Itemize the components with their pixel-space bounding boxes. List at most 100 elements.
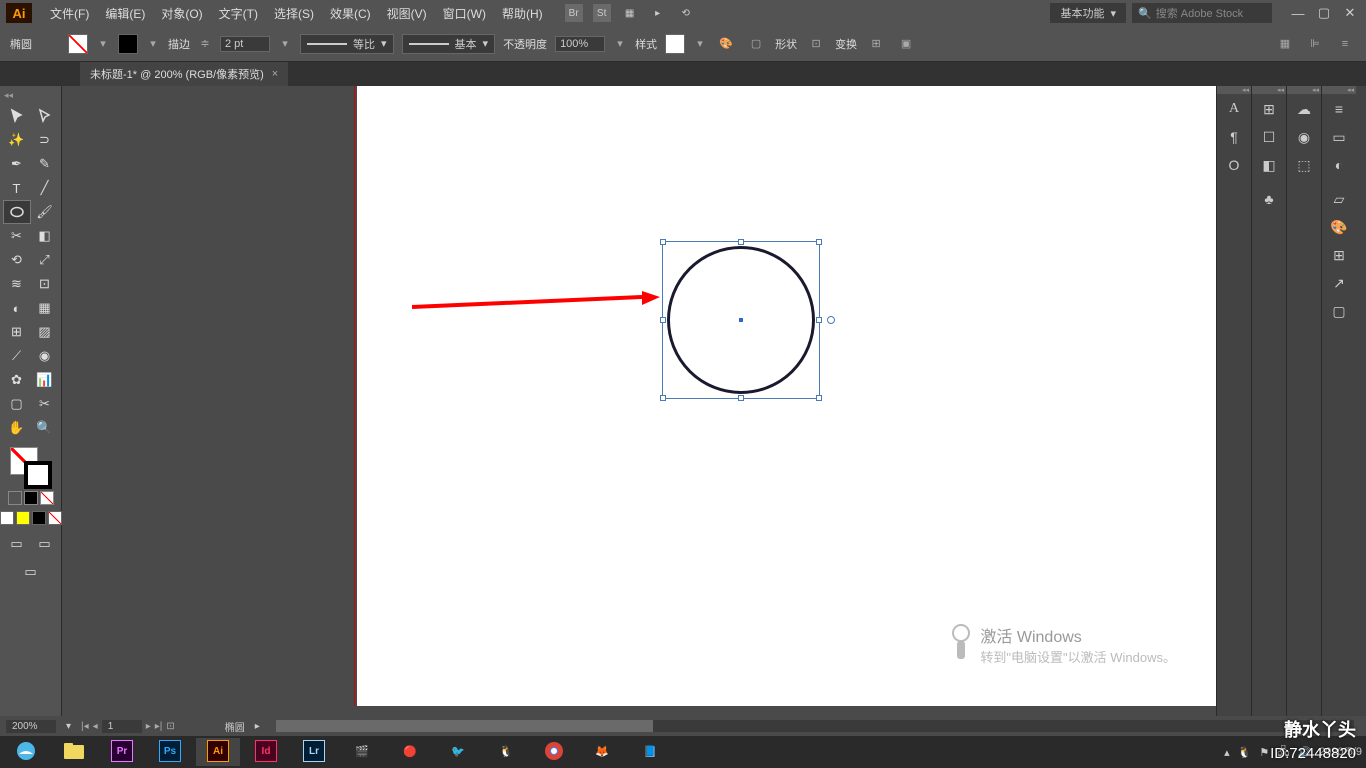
hand-tool[interactable]: ✋ (4, 417, 30, 439)
menu-select[interactable]: 选择(S) (266, 5, 322, 22)
align-panel-icon[interactable]: ☐ (1252, 123, 1286, 151)
blend-tool[interactable]: ◉ (32, 345, 58, 367)
opacity-input[interactable] (555, 36, 605, 52)
brush-definition[interactable]: 基本 ▾ (402, 34, 496, 54)
panel-collapse-icon[interactable]: ◂◂ (1287, 86, 1321, 94)
scrollbar-thumb[interactable] (276, 720, 653, 732)
stroke-weight-stepper-icon[interactable]: ≑ (198, 34, 212, 54)
pen-tool[interactable]: ✒ (4, 153, 30, 175)
workspace-switcher[interactable]: 基本功能 ▾ (1050, 3, 1126, 23)
taskbar-qq[interactable]: 🐧 (484, 738, 528, 766)
menu-effect[interactable]: 效果(C) (322, 5, 379, 22)
resize-handle-ne[interactable] (816, 239, 822, 245)
minimize-button[interactable]: — (1288, 6, 1308, 20)
next-artboard-icon[interactable]: ▸ (146, 721, 151, 732)
direct-selection-tool[interactable] (32, 105, 58, 127)
lasso-tool[interactable]: ⊃ (32, 129, 58, 151)
ellipse-tool[interactable] (4, 201, 30, 223)
panel-collapse-icon[interactable]: ◂◂ (1322, 86, 1356, 94)
shape-builder-tool[interactable]: ◐ (4, 297, 30, 319)
libraries-panel-icon[interactable]: ☁ (1287, 95, 1321, 123)
doc-setup-icon[interactable]: ▦ (1274, 33, 1296, 55)
line-tool[interactable]: ╱ (32, 177, 58, 199)
swatch-white[interactable] (0, 511, 14, 525)
prev-artboard-icon[interactable]: ◂ (93, 721, 98, 732)
canvas[interactable]: 激活 Windows 转到"电脑设置"以激活 Windows。 (62, 86, 1216, 716)
gradient-tool[interactable]: ▨ (32, 321, 58, 343)
taskbar-firefox[interactable]: 🦊 (580, 738, 624, 766)
status-dd-icon[interactable]: ▸ (255, 721, 260, 732)
swatches-panel-icon[interactable]: ⊞ (1322, 241, 1356, 269)
pathfinder-panel-icon[interactable]: ◧ (1252, 151, 1286, 179)
character-panel-icon[interactable]: A (1217, 95, 1251, 123)
panel-menu-icon[interactable]: ≡ (1334, 33, 1356, 55)
horizontal-scrollbar[interactable] (276, 720, 1354, 732)
isolate-icon[interactable]: ▣ (895, 33, 917, 55)
pie-widget-icon[interactable] (827, 316, 835, 324)
sync-icon[interactable]: ⟲ (677, 4, 695, 22)
panel-collapse-icon[interactable]: ◂◂ (1252, 86, 1286, 94)
stroke-indicator-icon[interactable] (24, 461, 52, 489)
swatch-black[interactable] (32, 511, 46, 525)
fill-stroke-indicator[interactable] (10, 447, 52, 489)
graphic-styles-panel-icon[interactable]: ⬚ (1287, 151, 1321, 179)
shape-options-icon[interactable]: ⊡ (805, 33, 827, 55)
panel-collapse-icon[interactable]: ◂◂ (1217, 86, 1251, 94)
shape-panel-btn[interactable]: 形状 (775, 36, 797, 52)
transform-options-icon[interactable]: ⊞ (865, 33, 887, 55)
close-button[interactable]: ✕ (1340, 6, 1360, 20)
resize-handle-s[interactable] (738, 395, 744, 401)
transparency-panel-icon[interactable]: ◐ (1322, 151, 1356, 179)
stroke-panel-icon[interactable]: ≡ (1322, 95, 1356, 123)
fill-swatch[interactable] (68, 34, 88, 54)
width-tool[interactable]: ≋ (4, 273, 30, 295)
style-swatch[interactable] (665, 34, 685, 54)
screen-mode-normal[interactable]: ▭ (4, 533, 30, 555)
magic-wand-tool[interactable]: ✨ (4, 129, 30, 151)
taskbar-photoshop[interactable]: Ps (148, 738, 192, 766)
zoom-tool[interactable]: 🔍 (32, 417, 58, 439)
curvature-tool[interactable]: ✎ (32, 153, 58, 175)
fill-dropdown-icon[interactable]: ▾ (96, 34, 110, 54)
taskbar-chrome[interactable] (532, 738, 576, 766)
symbol-sprayer-tool[interactable]: ✿ (4, 369, 30, 391)
change-screen-mode[interactable]: ▭ (18, 561, 44, 583)
gradient-mode-btn[interactable] (24, 491, 38, 505)
opacity-dd-icon[interactable]: ▾ (613, 34, 627, 54)
recolor-icon[interactable]: 🎨 (715, 33, 737, 55)
menu-object[interactable]: 对象(O) (153, 5, 210, 22)
align-icon[interactable]: ▢ (745, 33, 767, 55)
column-graph-tool[interactable]: 📊 (32, 369, 58, 391)
scale-tool[interactable]: ⤢ (32, 249, 58, 271)
menu-file[interactable]: 文件(F) (42, 5, 97, 22)
transform-panel-icon[interactable]: ⊞ (1252, 95, 1286, 123)
paintbrush-tool[interactable]: 🖌 (32, 201, 58, 223)
taskbar-app-2[interactable]: 🔴 (388, 738, 432, 766)
menu-window[interactable]: 窗口(W) (435, 5, 494, 22)
last-artboard-icon[interactable]: ▸| (155, 721, 163, 732)
screen-mode-full[interactable]: ▭ (32, 533, 58, 555)
resize-handle-se[interactable] (816, 395, 822, 401)
taskbar-app-3[interactable]: 🐦 (436, 738, 480, 766)
style-dd-icon[interactable]: ▾ (693, 34, 707, 54)
artboard-panel-icon[interactable]: ▢ (1322, 297, 1356, 325)
paragraph-panel-icon[interactable]: ¶ (1217, 123, 1251, 151)
slice-tool[interactable]: ✂ (32, 393, 58, 415)
menu-type[interactable]: 文字(T) (211, 5, 266, 22)
selection-bounding-box[interactable] (662, 241, 820, 399)
resize-handle-nw[interactable] (660, 239, 666, 245)
variable-width-profile[interactable]: 等比 ▾ (300, 34, 394, 54)
opentype-panel-icon[interactable]: O (1217, 151, 1251, 179)
none-mode-btn[interactable] (40, 491, 54, 505)
stock-search-input[interactable]: 🔍 搜索 Adobe Stock (1132, 3, 1272, 23)
menu-edit[interactable]: 编辑(E) (97, 5, 153, 22)
shape-panel-icon[interactable]: ▱ (1322, 185, 1356, 213)
free-transform-tool[interactable]: ⊡ (32, 273, 58, 295)
color-mode-btn[interactable] (8, 491, 22, 505)
tray-chevron-icon[interactable]: ▴ (1224, 746, 1230, 759)
type-tool[interactable]: T (4, 177, 30, 199)
artboard-nav-icon[interactable]: ⊡ (166, 721, 174, 732)
export-panel-icon[interactable]: ↗ (1322, 269, 1356, 297)
stroke-dropdown-icon[interactable]: ▾ (146, 34, 160, 54)
shaper-tool[interactable]: ✂ (4, 225, 30, 247)
